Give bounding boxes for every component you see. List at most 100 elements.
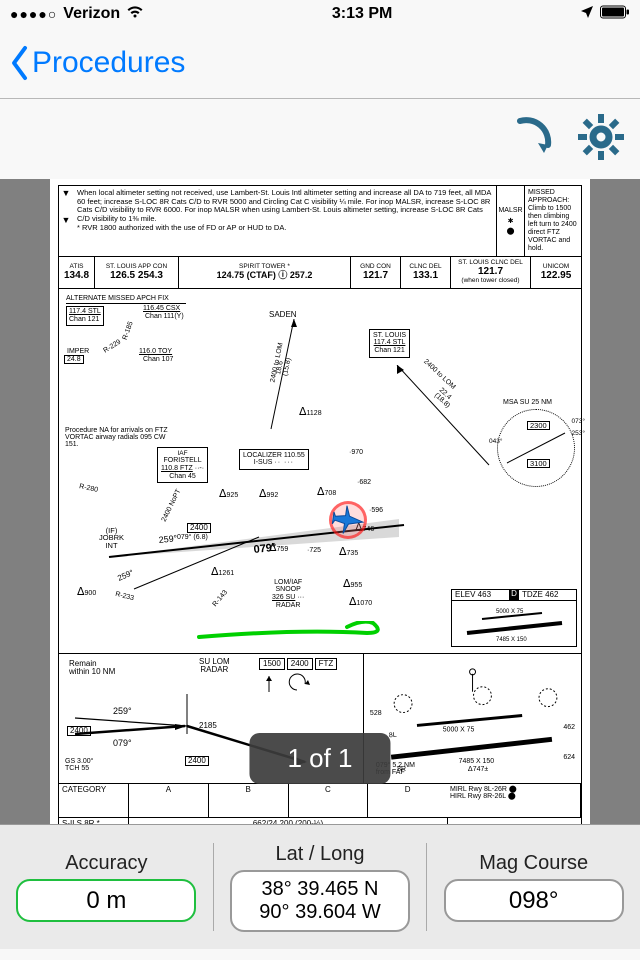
sils-val: 662/24 200 (200-½) (129, 818, 447, 825)
user-annotation (197, 621, 392, 647)
bottom-bar: Accuracy 0 m Lat / Long 38° 39.465 N 90°… (0, 824, 640, 949)
csx-chan: Chan 111(Y) (145, 313, 184, 321)
back-button[interactable]: Procedures (8, 44, 185, 82)
wifi-icon (126, 5, 144, 24)
magcourse-value[interactable]: 098° (444, 879, 624, 923)
iaf-title: IAF (177, 450, 187, 457)
toy-freq: 116.0 TOY (139, 348, 172, 356)
notes-rvr: * RVR 1800 authorized with the use of FD… (77, 223, 286, 232)
malsr-label: MALSR (498, 207, 522, 214)
missed-title: MISSED APPROACH: (528, 189, 569, 204)
magcourse-label: Mag Course (479, 852, 588, 875)
pt1261: 1261 (219, 570, 235, 577)
accuracy-label: Accuracy (65, 852, 147, 875)
toy-chan: Chan 107 (143, 356, 173, 364)
uni-val: 122.95 (535, 271, 577, 282)
pt992: 992 (267, 492, 279, 499)
svg-text:7485 X 150: 7485 X 150 (459, 758, 495, 765)
prof-alt2: 2400 (185, 756, 209, 766)
ownship-marker (329, 501, 367, 539)
back-label: Procedures (32, 46, 185, 80)
alt-apch-title: ALTERNATE MISSED APCH FIX (66, 295, 186, 305)
plan-view: ALTERNATE MISSED APCH FIX 117.4 STL Chan… (58, 289, 582, 654)
snoop-radar: RADAR (276, 602, 301, 609)
catc: C (289, 784, 369, 817)
iaf-chan: Chan 45 (169, 473, 195, 480)
svg-text:8L: 8L (389, 731, 398, 739)
stl2-chan: Chan 121 (374, 347, 404, 354)
pt708: 708 (325, 490, 337, 497)
pt682: 682 (359, 479, 371, 486)
snoop-lbl: LOM/IAF (274, 579, 302, 586)
pt1128: 1128 (307, 410, 322, 417)
msa: MSA SU 25 NM (503, 399, 552, 406)
stl-chan: Chan 121 (69, 316, 99, 323)
navbar: Procedures (0, 28, 640, 98)
chart-viewer[interactable]: NC-3, 31 MAR 2016 to 28 APR 2016 NC-3, 3… (0, 179, 640, 824)
toolbar (0, 99, 640, 179)
imper-alt: 24.8 (64, 355, 84, 365)
tdze: TDZE 462 (519, 590, 576, 600)
battery-icon (600, 5, 630, 24)
signal-dots: ●●●●○ (10, 6, 57, 22)
stl-freq: 117.4 STL (69, 308, 101, 315)
missed-text: Climb to 1500 then climbing left turn to… (528, 205, 577, 252)
pt596: 596 (371, 507, 383, 514)
csx-freq: 116.45 CSX (143, 305, 180, 313)
m2400: 2400 (287, 658, 313, 670)
iaf-name: FORISTELL (163, 457, 201, 464)
minima-row-2: S-ILS 8R * 662/24 200 (200-½) (58, 818, 582, 825)
refresh-icon[interactable] (506, 111, 558, 168)
pt735: 735 (347, 550, 359, 557)
gnd-val: 121.7 (355, 271, 396, 282)
mftz: FTZ (315, 658, 338, 670)
clnc-val: 133.1 (405, 271, 446, 282)
proc-na: Procedure NA for arrivals on FTZ VORTAC … (65, 427, 175, 449)
gs: GS 3.00° TCH 55 (65, 758, 93, 773)
svg-text:7485 X 150: 7485 X 150 (496, 637, 527, 643)
loc-sub: I-SUS (254, 459, 273, 466)
hirl: HIRL Rwy 8R-26L ⬤ (450, 793, 577, 800)
mirl: MIRL Rwy 8L-26R ⬤ (450, 786, 577, 793)
pt900: 900 (85, 590, 97, 597)
stl2-freq: 117.4 STL (374, 339, 406, 346)
a624: 624 (563, 754, 575, 761)
clock: 3:13 PM (332, 5, 392, 23)
gear-icon[interactable] (576, 112, 626, 167)
location-icon (580, 5, 594, 24)
pt759: 759 (277, 546, 289, 553)
lat: 38° 39.465 N (262, 878, 379, 900)
m1500: 1500 (259, 658, 285, 670)
sulom: SU LOM RADAR (199, 658, 230, 675)
svg-text:2185: 2185 (199, 721, 217, 730)
accuracy-value[interactable]: 0 m (16, 879, 196, 923)
pt970: 970 (351, 449, 363, 456)
minima-row: CATEGORY A B C D MIRL Rwy 8L-26R ⬤ HIRL … (58, 784, 582, 818)
svg-text:5000 X 75: 5000 X 75 (443, 726, 475, 733)
svg-text:079°: 079° (113, 738, 132, 748)
approach-plate: ▼▼ When local altimeter setting not rece… (50, 179, 590, 824)
sils: S-ILS 8R * (59, 818, 129, 825)
clnc2-sub: (when tower closed) (455, 278, 526, 285)
atis-val: 134.8 (63, 271, 90, 282)
notes-box: ▼▼ When local altimeter setting not rece… (58, 185, 582, 257)
status-bar: ●●●●○ Verizon 3:13 PM (0, 0, 640, 28)
freq-row: ATIS134.8 ST. LOUIS APP CON126.5 254.3 S… (58, 257, 582, 288)
catd: D (368, 784, 447, 817)
a747: 747 (473, 766, 485, 773)
cat: CATEGORY (59, 784, 129, 817)
r229: R-229 (102, 338, 122, 355)
svg-text:259°: 259° (158, 533, 178, 545)
prof-alt1: 2400 (67, 726, 91, 736)
r280: R-280 (78, 483, 98, 494)
app-val: 126.5 254.3 (99, 271, 174, 282)
malsr-icon: ✱ (508, 218, 514, 225)
lon: 90° 39.604 W (259, 901, 380, 923)
notes-main: When local altimeter setting not receive… (77, 188, 491, 223)
iaf-freq: 110.8 FTZ (161, 465, 193, 472)
snoop-freq: 326 SU (272, 594, 295, 601)
twr-val: 124.75 (CTAF) ⓘ 257.2 (183, 271, 346, 280)
cata: A (129, 784, 209, 817)
latlong-value[interactable]: 38° 39.465 N 90° 39.604 W (230, 870, 410, 932)
loc-title: LOCALIZER 110.55 (243, 452, 305, 459)
